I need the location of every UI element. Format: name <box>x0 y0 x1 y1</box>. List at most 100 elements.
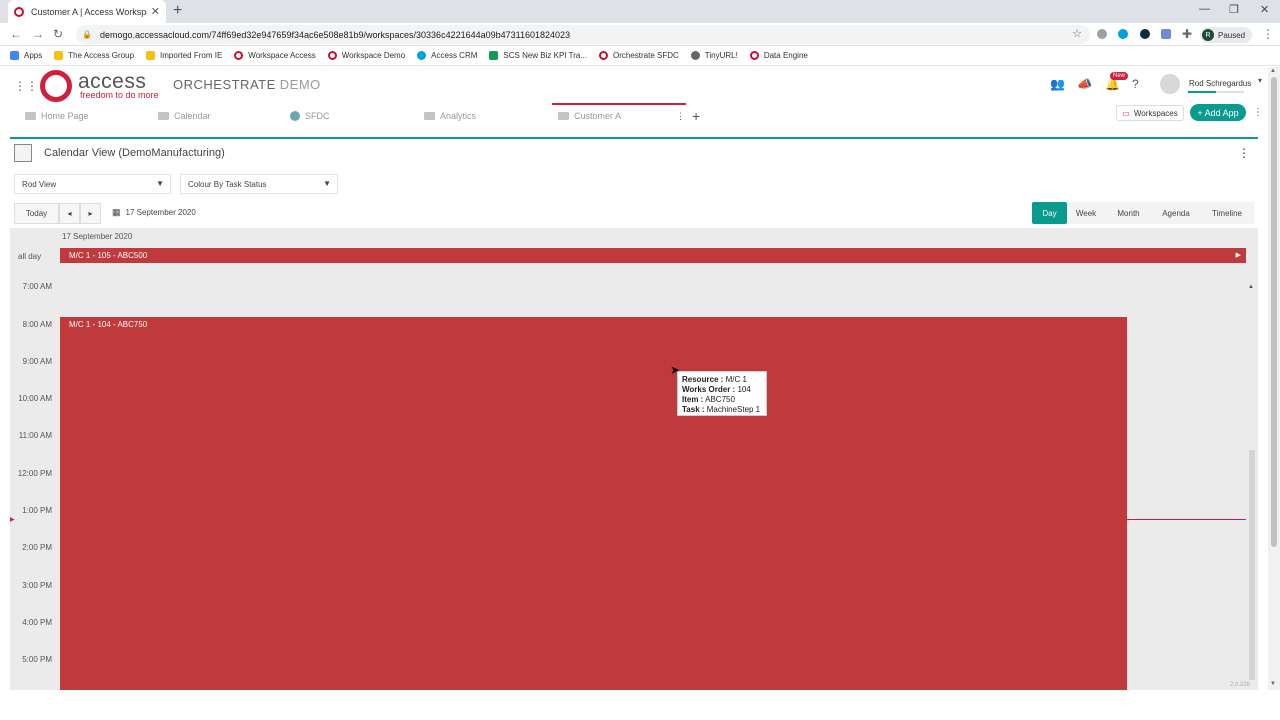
app-header: ⋮⋮⋮ access freedom to do more ORCHESTRAT… <box>0 67 1280 103</box>
view-agenda-button[interactable]: Agenda <box>1152 202 1200 224</box>
restore-icon[interactable]: ❐ <box>1229 3 1239 16</box>
url-text: demogo.accessacloud.com/74ff69ed32e94765… <box>99 29 571 40</box>
view-week-button[interactable]: Week <box>1067 202 1105 224</box>
view-select[interactable]: Rod View ▼ <box>14 174 171 194</box>
panel-menu-icon[interactable]: ⋮ <box>1238 146 1250 160</box>
view-timeline-button[interactable]: Timeline <box>1200 202 1254 224</box>
extension-icon[interactable] <box>1118 29 1128 39</box>
bookmark-apps[interactable]: Apps <box>10 51 42 60</box>
calendar-icon: ▦ <box>112 207 121 217</box>
date-picker[interactable]: ▦ 17 September 2020 <box>112 207 196 218</box>
workspace-menu-icon[interactable]: ⋮ <box>1253 107 1263 118</box>
people-icon[interactable]: 👥 <box>1050 77 1065 91</box>
time-label: 12:00 PM <box>17 469 52 478</box>
view-day-button[interactable]: Day <box>1032 202 1067 224</box>
forward-icon[interactable]: → <box>32 27 44 41</box>
tab-label: SFDC <box>305 111 330 121</box>
salesforce-cloud-icon <box>417 51 427 60</box>
bookmark-label: The Access Group <box>68 51 135 60</box>
extension-icon[interactable] <box>1140 29 1150 39</box>
bookmarks-bar: Apps The Access Group Imported From IE W… <box>0 46 1280 66</box>
bookmark-label: SCS New Biz KPI Tra... <box>503 51 587 60</box>
scrollbar-thumb[interactable] <box>1271 77 1277 547</box>
next-day-button[interactable]: ▸ <box>80 203 101 224</box>
back-icon[interactable]: ← <box>10 27 22 41</box>
tab-label: Customer A <box>574 111 622 121</box>
lock-icon: 🔒 <box>82 30 92 39</box>
bookmark-workspace-access[interactable]: Workspace Access <box>234 51 316 60</box>
version-label: 2.0.228 <box>1230 682 1251 688</box>
tab-calendar[interactable]: Calendar <box>158 105 211 127</box>
bookmark-workspace-demo[interactable]: Workspace Demo <box>327 51 406 60</box>
mouse-cursor-icon: ➤ <box>670 363 681 377</box>
profile-chip[interactable]: R Paused <box>1200 27 1252 43</box>
prev-day-button[interactable]: ◂ <box>59 203 80 224</box>
page-scrollbar[interactable]: ▲ ▼ <box>1268 67 1280 690</box>
help-icon[interactable]: ? <box>1132 77 1139 91</box>
bookmark-access-crm[interactable]: Access CRM <box>417 51 477 60</box>
sheets-icon <box>489 51 499 60</box>
tab-analytics[interactable]: Analytics <box>424 105 476 127</box>
bookmark-imported-from-ie[interactable]: Imported From IE <box>146 51 222 60</box>
bookmark-label: Apps <box>24 51 43 60</box>
tooltip-value: MachineStep 1 <box>706 405 761 414</box>
tooltip-label: Task : <box>682 405 705 414</box>
bookmark-label: Workspace Demo <box>341 51 406 60</box>
current-date: 17 September 2020 <box>125 208 196 217</box>
bookmark-label: Imported From IE <box>160 51 223 60</box>
event-tooltip: Resource : M/C 1 Works Order : 104 Item … <box>677 371 767 416</box>
tooltip-item-row: Item : ABC750 <box>682 395 762 405</box>
bookmark-orchestrate-sfdc[interactable]: Orchestrate SFDC <box>598 51 679 60</box>
calendar-event[interactable]: M/C 1 - 104 - ABC750 <box>60 317 1127 690</box>
time-label: 5:00 PM <box>22 655 52 664</box>
folder-icon <box>54 51 64 60</box>
tooltip-value: 104 <box>737 385 751 394</box>
bookmark-tinyurl[interactable]: TinyURL! <box>690 51 738 60</box>
add-tab-icon[interactable]: + <box>692 105 700 127</box>
all-day-event[interactable]: M/C 1 - 105 - ABC500 ▶ <box>60 248 1246 263</box>
scroll-up-icon[interactable]: ▲ <box>1270 68 1276 74</box>
reload-icon[interactable]: ↻ <box>53 27 63 41</box>
colour-select[interactable]: Colour By Task Status ▼ <box>180 174 338 194</box>
view-month-button[interactable]: Month <box>1105 202 1152 224</box>
calendar-scrollbar[interactable]: ▲ <box>1248 284 1256 683</box>
add-app-button[interactable]: + Add App <box>1190 104 1246 121</box>
megaphone-icon[interactable]: 📣 <box>1077 77 1092 91</box>
time-label: 9:00 AM <box>22 357 52 366</box>
extension-icon[interactable] <box>1161 29 1171 39</box>
bookmark-data-engine[interactable]: Data Engine <box>749 51 808 60</box>
tab-label: Analytics <box>440 111 477 121</box>
workspaces-button[interactable]: ▭ Workspaces <box>1116 105 1184 121</box>
bookmark-the-access-group[interactable]: The Access Group <box>54 51 134 60</box>
user-name[interactable]: Rod Schregardus <box>1189 79 1251 88</box>
extensions-puzzle-icon[interactable]: ✚ <box>1182 27 1192 41</box>
tab-home-page[interactable]: Home Page <box>25 105 89 127</box>
browser-menu-icon[interactable]: ⋮ <box>1262 27 1274 41</box>
bookmark-label: Data Engine <box>763 51 808 60</box>
minimize-icon[interactable]: — <box>1199 3 1210 15</box>
access-favicon-icon <box>14 6 24 17</box>
chevron-right-icon: ▸ <box>88 209 93 218</box>
tab-customer-a[interactable]: Customer A <box>558 105 621 127</box>
scroll-down-icon[interactable]: ▼ <box>1270 681 1276 687</box>
workspaces-label: Workspaces <box>1133 108 1178 118</box>
tooltip-works-order-row: Works Order : 104 <box>682 385 762 395</box>
access-logo-icon <box>749 51 759 60</box>
browser-tab[interactable]: Customer A | Access Workspace ✕ <box>8 0 166 23</box>
bookmark-star-icon[interactable]: ☆ <box>1072 27 1082 40</box>
tab-menu-icon[interactable]: ⋮ <box>676 105 685 127</box>
user-menu-caret-icon[interactable]: ▾ <box>1258 76 1262 85</box>
url-field[interactable]: 🔒 demogo.accessacloud.com/74ff69ed32e947… <box>76 25 1090 44</box>
close-tab-icon[interactable]: ✕ <box>151 5 160 18</box>
tab-label: Calendar <box>174 111 211 121</box>
extension-icon[interactable] <box>1097 29 1107 39</box>
scrollbar-thumb[interactable] <box>1249 450 1255 680</box>
user-avatar[interactable] <box>1160 74 1180 94</box>
close-window-icon[interactable]: ✕ <box>1260 3 1269 16</box>
new-tab-icon[interactable]: + <box>173 2 182 20</box>
tab-sfdc[interactable]: SFDC <box>290 105 330 127</box>
access-logo-icon <box>40 70 72 102</box>
scroll-up-icon[interactable]: ▲ <box>1248 284 1254 290</box>
today-button[interactable]: Today <box>14 203 59 224</box>
bookmark-scs-kpi[interactable]: SCS New Biz KPI Tra... <box>489 51 587 60</box>
